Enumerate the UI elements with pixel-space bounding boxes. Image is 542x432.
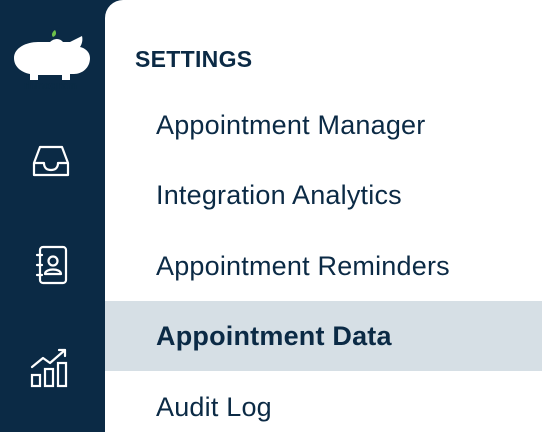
app-window: rhinogram SETTINGS Appointment Manager I…: [0, 0, 542, 432]
settings-item-appointment-manager[interactable]: Appointment Manager: [105, 90, 542, 160]
inbox-button[interactable]: [26, 138, 76, 184]
analytics-button[interactable]: [26, 344, 76, 390]
settings-item-label: Appointment Data: [156, 320, 392, 351]
settings-item-audit-log[interactable]: Audit Log: [105, 372, 542, 432]
rhino-logo-icon: [14, 30, 90, 80]
contacts-icon: [35, 245, 68, 285]
rhinogram-logo[interactable]: rhinogram: [8, 28, 94, 92]
settings-item-label: Appointment Reminders: [156, 250, 450, 281]
settings-panel: SETTINGS Appointment Manager Integration…: [105, 0, 542, 432]
analytics-icon: [30, 348, 68, 388]
settings-item-label: Integration Analytics: [156, 179, 402, 210]
inbox-icon: [32, 145, 70, 177]
settings-item-appointment-data[interactable]: Appointment Data: [105, 301, 542, 371]
side-rail: rhinogram: [0, 0, 105, 432]
settings-item-label: Appointment Manager: [156, 109, 426, 140]
settings-title: SETTINGS: [135, 46, 253, 72]
settings-item-appointment-reminders[interactable]: Appointment Reminders: [105, 231, 542, 301]
settings-item-integration-analytics[interactable]: Integration Analytics: [105, 160, 542, 230]
logo-text: rhinogram: [24, 80, 77, 92]
contacts-button[interactable]: [26, 242, 76, 288]
settings-item-label: Audit Log: [156, 391, 272, 422]
